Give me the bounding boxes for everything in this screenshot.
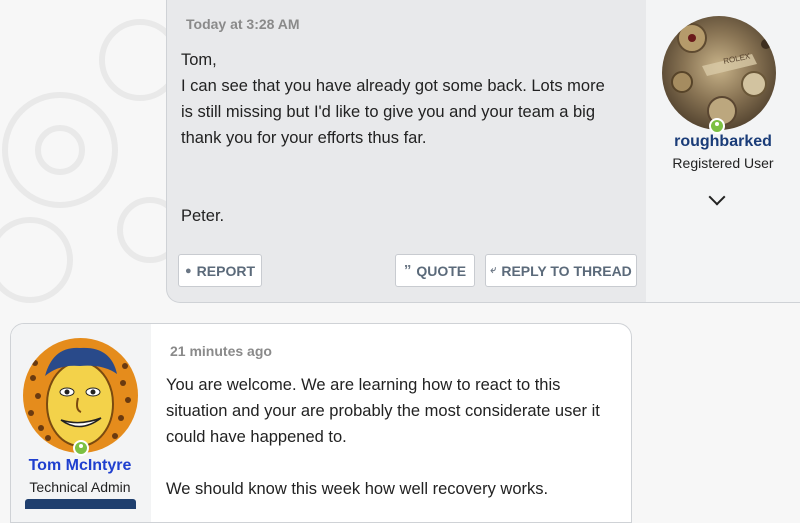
post-timestamp[interactable]: 21 minutes ago (170, 343, 272, 359)
online-status-icon (73, 440, 89, 456)
reply-icon: ⤶ (490, 264, 497, 276)
user-role: Technical Admin (29, 479, 131, 495)
online-status-icon (709, 118, 725, 134)
quote-label: QUOTE (416, 262, 467, 279)
report-label: REPORT (196, 262, 255, 279)
message-line (166, 450, 606, 476)
cartoon-face-image (23, 338, 138, 453)
message-line: We should know this week how well recove… (166, 480, 549, 498)
message-line: You are welcome. We are learning how to … (166, 376, 600, 446)
avatar-tom-mcintyre[interactable] (23, 338, 138, 453)
alert-icon: ● (185, 264, 192, 277)
staff-badge (25, 499, 136, 509)
message-line (181, 151, 621, 203)
reply-to-thread-button[interactable]: ⤶ REPLY TO THREAD (485, 254, 637, 287)
quote-icon: ” (403, 262, 412, 279)
reply-label: REPLY TO THREAD (501, 262, 632, 279)
user-role: Registered User (672, 155, 774, 171)
message-line: I can see that you have already got some… (181, 77, 605, 147)
username-roughbarked[interactable]: roughbarked (646, 133, 800, 151)
post-timestamp[interactable]: Today at 3:28 AM (186, 16, 300, 32)
post-message: You are welcome. We are learning how to … (166, 372, 606, 502)
quote-button[interactable]: ” QUOTE (395, 254, 475, 287)
username-tom-mcintyre[interactable]: Tom McIntyre (10, 457, 150, 475)
post-message: Tom, I can see that you have already got… (181, 47, 621, 229)
message-line: Peter. (181, 207, 225, 225)
message-line: Tom, (181, 51, 217, 69)
watch-movement-image: ROLEX (662, 16, 776, 130)
report-button[interactable]: ● REPORT (178, 254, 262, 287)
avatar-roughbarked[interactable]: ROLEX (662, 16, 776, 130)
